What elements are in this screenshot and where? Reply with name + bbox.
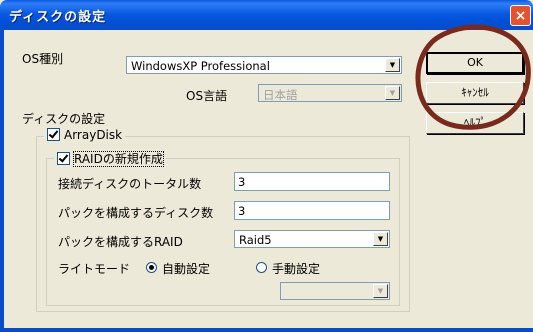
chevron-down-icon: ▼ [385, 86, 400, 100]
manual-mode-select: ▼ [280, 282, 390, 300]
write-mode-label: ライトモード [58, 262, 131, 276]
os-language-value: 日本語 [263, 88, 298, 102]
checkbox-checked-icon[interactable] [47, 128, 60, 141]
window-title: ディスクの設定 [9, 10, 107, 25]
close-button[interactable]: × [510, 5, 531, 26]
disk-settings-label: ディスクの設定 [22, 112, 106, 126]
raid-new-checkbox[interactable]: RAIDの新規作成 [54, 150, 166, 167]
array-disk-checkbox[interactable]: ArrayDisk [44, 128, 126, 142]
total-disks-field[interactable]: 3 [234, 172, 390, 191]
title-bar[interactable]: ディスクの設定 × [0, 0, 533, 30]
os-type-value: WindowsXP Professional [131, 59, 270, 73]
ok-button[interactable]: OK [426, 52, 524, 74]
pack-disks-label: パックを構成するディスク数 [58, 206, 214, 220]
chevron-down-icon: ▼ [373, 284, 388, 298]
chevron-down-icon[interactable]: ▼ [385, 58, 400, 72]
total-disks-value: 3 [238, 175, 246, 189]
window-border-bottom [0, 328, 533, 332]
help-button[interactable]: ﾍﾙﾌﾟ [426, 112, 524, 134]
raid-new-label: RAIDの新規作成 [73, 151, 164, 167]
chevron-down-icon[interactable]: ▼ [373, 232, 388, 246]
os-language-label: OS言語 [186, 89, 228, 103]
os-type-label: OS種別 [22, 52, 64, 66]
pack-disks-value: 3 [238, 204, 246, 218]
auto-radio[interactable] [146, 262, 157, 273]
pack-raid-label: パックを構成するRAID [58, 235, 183, 249]
pack-raid-value: Raid5 [239, 233, 272, 247]
total-disks-label: 接続ディスクのトータル数 [58, 177, 202, 191]
array-disk-label: ArrayDisk [64, 128, 123, 142]
auto-label[interactable]: 自動設定 [162, 260, 210, 277]
manual-label[interactable]: 手動設定 [272, 260, 320, 277]
disk-settings-dialog: ディスクの設定 × OS種別 WindowsXP Professional ▼ … [0, 0, 533, 332]
manual-radio[interactable] [256, 262, 267, 273]
pack-disks-field[interactable]: 3 [234, 201, 390, 220]
os-type-select[interactable]: WindowsXP Professional ▼ [126, 56, 402, 74]
os-language-select: 日本語 ▼ [258, 84, 402, 102]
cancel-button[interactable]: ｷｬﾝｾﾙ [426, 82, 524, 104]
window-border-left [0, 30, 4, 332]
pack-raid-select[interactable]: Raid5 ▼ [234, 230, 390, 248]
checkbox-checked-icon[interactable] [57, 152, 70, 165]
